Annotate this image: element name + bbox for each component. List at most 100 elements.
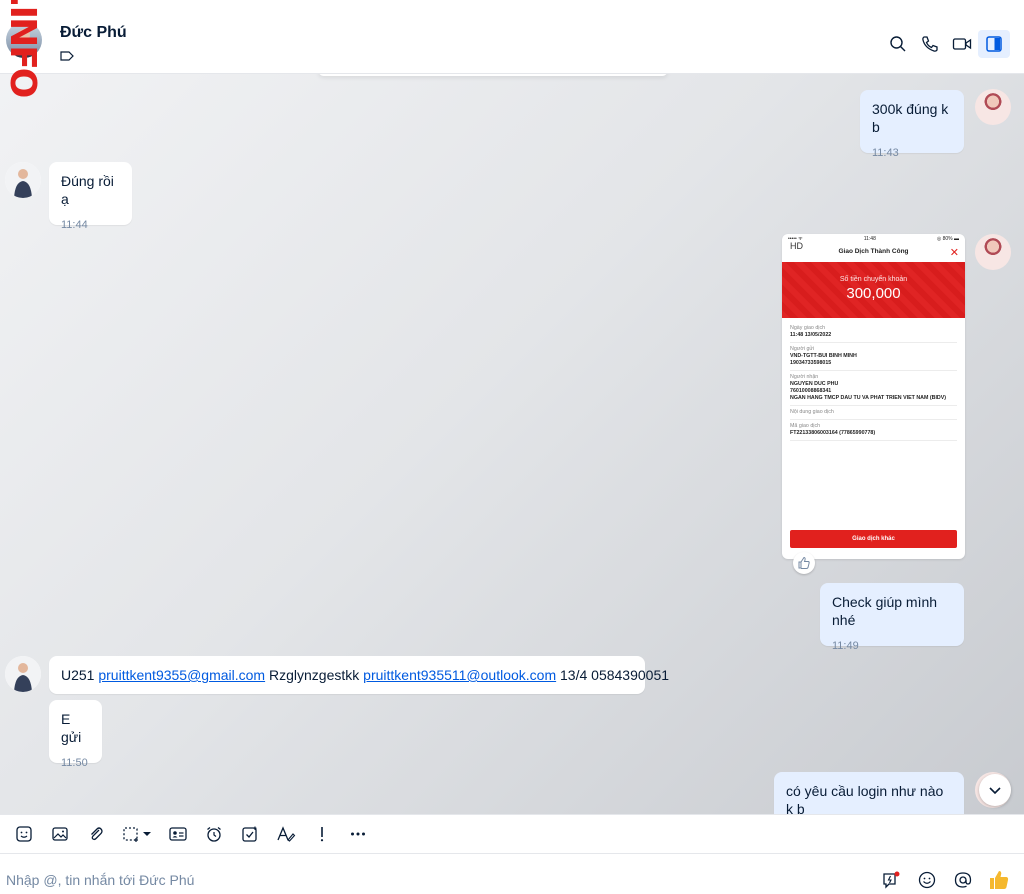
screenshot-button[interactable] (114, 818, 160, 850)
email-link[interactable]: pruittkent935511@outlook.com (363, 667, 556, 683)
message-text: U251 (61, 667, 99, 683)
priority-icon (320, 827, 324, 842)
attach-file-button[interactable] (78, 818, 114, 850)
screenshot-icon (123, 827, 138, 842)
my-avatar[interactable] (975, 89, 1011, 125)
pinned-strip (318, 74, 668, 76)
composer-toolbar (0, 814, 1024, 854)
sticker-button[interactable] (6, 818, 42, 850)
search-icon (890, 36, 906, 52)
message-bubble-incoming[interactable]: U251 pruittkent9355@gmail.com Rzglynzges… (49, 656, 669, 694)
video-icon (952, 38, 972, 50)
emoji-icon (918, 871, 936, 889)
contact-avatar-small[interactable] (5, 162, 41, 198)
receipt-amount-banner: Số tiền chuyển khoản 300,000 (782, 262, 965, 318)
receipt-status-bar: ••••• ᯤ 11:48 ◎ 80% ▬ (782, 236, 965, 242)
message-bubble-incoming[interactable]: Đúng rồi ạ 11:44 (49, 162, 132, 231)
send-image-button[interactable] (42, 818, 78, 850)
send-like-button[interactable] (986, 867, 1012, 893)
mention-button[interactable] (950, 867, 976, 893)
receipt-key: Người gửi (790, 346, 815, 352)
receipt-value: 11:48 13/05/2022 (790, 332, 832, 338)
thumbs-up-icon (990, 871, 1009, 889)
reminder-button[interactable] (196, 818, 232, 850)
message-bubble-outgoing[interactable]: 300k đúng k b 11:43 (860, 90, 964, 159)
message-input[interactable] (6, 869, 826, 891)
search-button[interactable] (882, 30, 914, 58)
receipt-value: VND-TGTT-BUI BINH MINH (790, 353, 857, 359)
person-photo-icon (5, 656, 41, 692)
reminder-icon (207, 826, 221, 842)
receipt-row: Nội dung giao dịch (790, 406, 957, 420)
video-call-button[interactable] (946, 30, 978, 58)
message-text: 13/4 0584390051 (556, 667, 670, 683)
email-link[interactable]: pruittkent9355@gmail.com (98, 667, 265, 683)
conversation-info-toggle[interactable] (978, 30, 1010, 58)
message-bubble-outgoing[interactable]: Check giúp mình nhé 11:49 (820, 583, 964, 652)
quick-message-button[interactable] (878, 867, 904, 893)
header-actions (882, 30, 1010, 58)
composer-actions (878, 867, 1012, 893)
mark-important-button[interactable] (304, 818, 340, 850)
my-avatar[interactable] (975, 234, 1011, 270)
contact-name[interactable]: Đức Phú (60, 24, 127, 42)
contact-card-icon (169, 827, 187, 841)
reaction-button[interactable] (793, 552, 815, 574)
receipt-row: Người nhận NGUYEN DUC PHU 76010008868341… (790, 371, 957, 406)
receipt-row: Người gửi VND-TGTT-BUI BINH MINH 1903473… (790, 343, 957, 371)
send-contact-card-button[interactable] (160, 818, 196, 850)
message-time: 11:43 (872, 147, 899, 159)
amount-value: 300,000 (846, 285, 901, 302)
receipt-clock: 11:48 (863, 236, 876, 242)
image-message-receipt[interactable]: ••••• ᯤ 11:48 ◎ 80% ▬ HD Giao Dịch Thành… (782, 234, 965, 559)
receipt-value: FT22133806003164 (77865990778) (790, 430, 876, 436)
message-text: E gửi (61, 711, 82, 745)
receipt-other-transaction-button: Giao dịch khác (790, 530, 957, 548)
receipt-details: Ngày giao dịch 11:48 13/05/2022 Người gử… (790, 322, 957, 441)
emoji-button[interactable] (914, 867, 940, 893)
chevron-down-icon (143, 832, 151, 836)
image-icon (52, 827, 68, 841)
message-text: có yêu cầu login như nào k b (786, 783, 944, 814)
message-text: Đúng rồi ạ (61, 173, 114, 207)
chevron-down-icon (989, 787, 1001, 795)
person-photo-icon (5, 162, 41, 198)
message-text: Rzglynzgestkk (265, 667, 364, 683)
attachment-icon (91, 827, 103, 841)
thumbs-up-outline-icon (798, 556, 810, 569)
message-time: 11:50 (61, 757, 88, 769)
sticker-icon (16, 826, 32, 842)
message-composer (0, 855, 1024, 894)
message-bubble-outgoing[interactable]: có yêu cầu login như nào k b (774, 772, 964, 814)
message-text: 300k đúng k b (872, 101, 949, 135)
tag-icon[interactable] (60, 50, 74, 62)
receipt-key: Mã giao dịch (790, 423, 821, 429)
receipt-battery: ◎ 80% ▬ (936, 236, 959, 242)
phone-icon (922, 36, 938, 52)
receipt-row: Ngày giao dịch 11:48 13/05/2022 (790, 322, 957, 343)
message-text: Check giúp mình nhé (832, 594, 938, 628)
scroll-to-bottom-button[interactable] (979, 774, 1011, 806)
watermark-text: .INFO (2, 0, 43, 97)
message-list[interactable]: 300k đúng k b 11:43 Đúng rồi ạ 11:44 •••… (0, 74, 1024, 814)
receipt-key: Nội dung giao dịch (790, 409, 834, 415)
contact-avatar-small[interactable] (5, 656, 41, 692)
sidebar-toggle-icon (986, 36, 1002, 52)
message-time: 11:44 (61, 219, 88, 231)
more-options-button[interactable] (340, 818, 376, 850)
receipt-key: Người nhận (790, 374, 819, 380)
call-button[interactable] (914, 30, 946, 58)
receipt-value: NGUYEN DUC PHU (790, 381, 839, 387)
text-format-button[interactable] (268, 818, 304, 850)
chat-header: Đức Phú (0, 0, 1024, 74)
receipt-value: NGAN HANG TMCP DAU TU VA PHAT TRIEN VIET… (790, 395, 947, 401)
message-bubble-incoming[interactable]: E gửi 11:50 (49, 700, 102, 769)
amount-label: Số tiền chuyển khoản (839, 276, 908, 283)
receipt-key: Ngày giao dịch (790, 325, 826, 331)
assign-task-button[interactable] (232, 818, 268, 850)
receipt-value: 19034733598015 (790, 360, 832, 366)
text-format-icon (277, 826, 296, 842)
message-time: 11:49 (832, 640, 859, 652)
receipt-value: 76010008868341 (790, 388, 832, 394)
more-icon (351, 832, 365, 836)
